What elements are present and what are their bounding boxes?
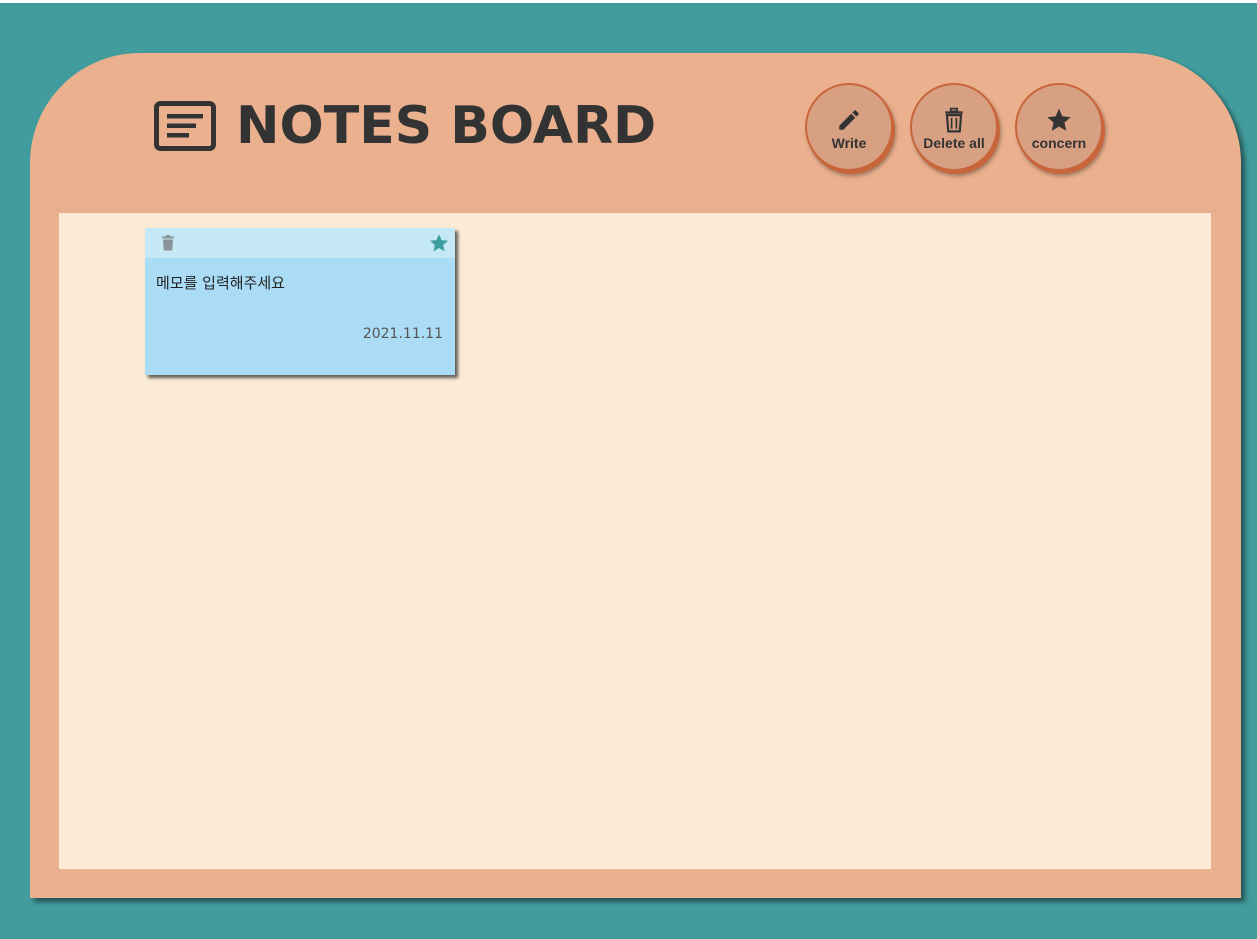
page-header: NOTES BOARD (154, 93, 656, 159)
note-header-bar (145, 228, 455, 258)
notes-board: NOTES BOARD Write Delete all concern 메모를… (30, 53, 1241, 898)
concern-button-label: concern (1031, 135, 1087, 151)
note-card[interactable]: 메모를 입력해주세요 2021.11.11 (145, 228, 455, 375)
note-date: 2021.11.11 (362, 326, 443, 342)
trash-icon[interactable] (161, 235, 175, 251)
write-button[interactable]: Write (805, 83, 893, 171)
note-text[interactable]: 메모를 입력해주세요 (156, 272, 285, 293)
delete-all-button[interactable]: Delete all (910, 83, 998, 171)
star-icon[interactable] (429, 233, 449, 253)
write-button-label: Write (831, 135, 867, 151)
concern-button[interactable]: concern (1015, 83, 1103, 171)
notes-icon (154, 101, 216, 151)
pencil-icon (839, 110, 859, 130)
delete-all-button-label: Delete all (923, 135, 985, 151)
notes-area: 메모를 입력해주세요 2021.11.11 (59, 213, 1211, 869)
trash-icon (945, 107, 963, 133)
header-shade (30, 173, 1241, 213)
page-title: NOTES BOARD (236, 96, 657, 156)
star-icon (1047, 108, 1071, 131)
